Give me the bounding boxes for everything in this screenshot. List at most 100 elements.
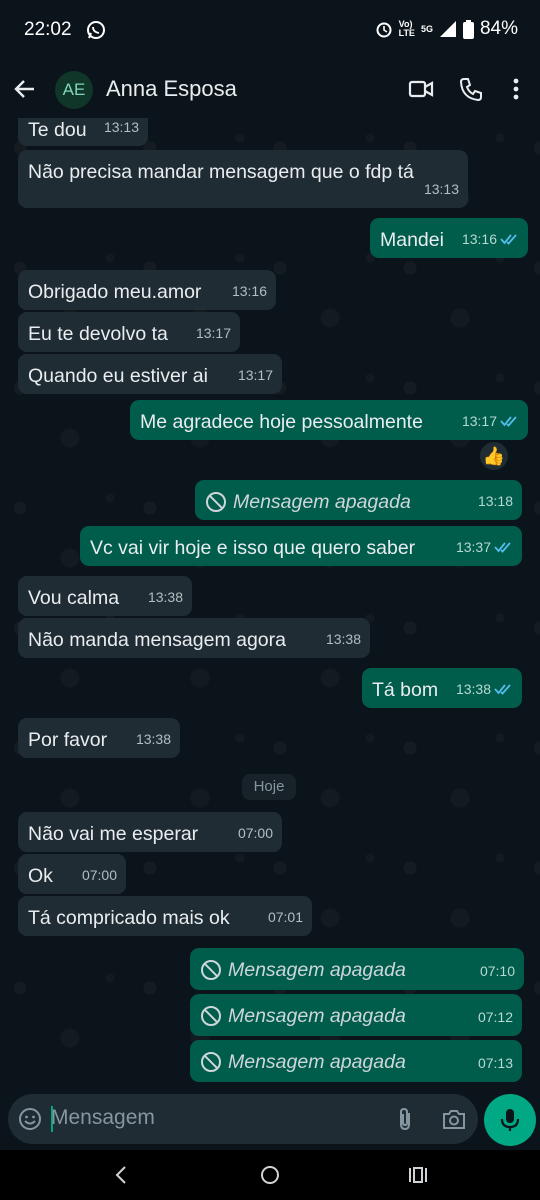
message-input[interactable]: Mensagem [51, 1106, 155, 1130]
sticker-emoji-icon[interactable] [18, 1107, 42, 1131]
message-text: Mensagem apagada [200, 1049, 406, 1075]
incoming-message-bubble[interactable]: Quando eu estiver ai 13:17 [18, 354, 282, 394]
message-text: Obrigado meu.amor [28, 281, 202, 303]
message-meta: 13:38 [456, 676, 513, 702]
reaction-thumbs-up[interactable]: 👍 [478, 440, 510, 472]
read-receipt-icon [494, 542, 511, 553]
message-time: 13:38 [147, 589, 183, 605]
chat-header: AE Anna Esposa [0, 60, 540, 118]
attach-icon[interactable] [393, 1106, 417, 1132]
nav-home-icon[interactable] [259, 1164, 281, 1186]
message-meta: 07:12 [478, 1004, 513, 1030]
signal-icon [439, 21, 456, 37]
voice-call-icon[interactable] [458, 76, 484, 102]
incoming-message-bubble[interactable]: Ok 07:00 [18, 854, 126, 894]
incoming-message-bubble[interactable]: Te dou 13:13 [18, 118, 148, 146]
message-text: Mandei [380, 229, 444, 251]
volte-indicator: Vo) LTE [398, 19, 415, 38]
outgoing-message-bubble[interactable]: Mensagem apagada 07:10 [190, 948, 524, 990]
avatar[interactable]: AE [55, 71, 93, 109]
message-time: 13:17 [237, 367, 273, 383]
incoming-message-bubble[interactable]: Não vai me esperar 07:00 [18, 812, 282, 852]
message-meta: 13:13 [424, 176, 459, 202]
message-text: Não precisa mandar mensagem que o fdp tá [28, 161, 414, 183]
chat-area[interactable]: Te dou 13:13 Não precisa mandar mensagem q… [0, 118, 540, 1090]
message-time: 07:13 [477, 1055, 513, 1071]
message-meta: 13:16 [232, 278, 267, 304]
incoming-message-bubble[interactable]: Obrigado meu.amor 13:16 [18, 270, 276, 310]
camera-icon[interactable] [441, 1107, 467, 1131]
message-time: 13:13 [423, 181, 459, 197]
incoming-message-bubble[interactable]: Não manda mensagem agora 13:38 [18, 618, 370, 658]
outgoing-message-bubble[interactable]: Mensagem apagada 07:12 [190, 994, 522, 1036]
network-type: 5G [420, 23, 433, 34]
message-time: 13:13 [103, 119, 139, 135]
incoming-message-bubble[interactable]: Eu te devolvo ta 13:17 [18, 312, 240, 352]
message-text: Quando eu estiver ai [28, 365, 208, 387]
outgoing-message-bubble[interactable]: Mensagem apagada 07:13 [190, 1040, 522, 1082]
deleted-message-icon [201, 960, 221, 980]
outgoing-message-bubble[interactable]: Tá bom 13:38 [362, 668, 522, 708]
message-meta: 13:38 [326, 626, 361, 652]
contact-name[interactable]: Anna Esposa [106, 76, 237, 102]
message-text: Mensagem apagada [200, 957, 406, 983]
message-meta: 07:01 [268, 904, 303, 930]
message-text: Tá compricado mais ok [28, 907, 230, 929]
back-arrow-icon[interactable] [12, 76, 38, 102]
message-time: 13:37 [455, 539, 491, 555]
battery-icon [462, 19, 474, 39]
message-time: 13:38 [455, 681, 491, 697]
read-receipt-icon [500, 416, 517, 427]
incoming-message-bubble[interactable]: Vou calma 13:38 [18, 576, 192, 616]
incoming-message-bubble[interactable]: Por favor 13:38 [18, 718, 180, 758]
message-text: Me agradece hoje pessoalmente [140, 411, 423, 433]
message-text: Tá bom [372, 679, 439, 701]
message-meta: 13:18 [478, 488, 513, 514]
nav-recents-icon[interactable] [407, 1164, 429, 1186]
more-options-icon[interactable] [503, 76, 529, 102]
message-composer[interactable]: Mensagem [8, 1094, 478, 1144]
read-receipt-icon [494, 684, 511, 695]
read-receipt-icon [500, 234, 517, 245]
mic-button[interactable] [484, 1094, 536, 1146]
incoming-message-bubble[interactable]: Não precisa mandar mensagem que o fdp tá… [18, 150, 468, 208]
message-meta: 13:17 [462, 408, 519, 434]
status-bar: 22:02 Vo) LTE 5G 84% [0, 0, 540, 60]
message-text: Vc vai vir hoje e isso que quero saber [90, 537, 416, 559]
message-meta: 07:10 [480, 958, 515, 984]
message-meta: 13:38 [136, 726, 171, 752]
nav-back-icon[interactable] [110, 1164, 132, 1186]
message-time: 07:00 [237, 825, 273, 841]
mic-icon [500, 1109, 520, 1131]
message-time: 13:17 [195, 325, 231, 341]
video-call-icon[interactable] [408, 76, 434, 102]
outgoing-message-bubble[interactable]: Mensagem apagada 13:18 [195, 480, 522, 520]
message-meta: 07:00 [238, 820, 273, 846]
message-time: 13:16 [231, 283, 267, 299]
message-meta: 13:38 [148, 584, 183, 610]
alarm-icon [376, 22, 392, 38]
message-text: Eu te devolvo ta [28, 323, 168, 345]
outgoing-message-bubble[interactable]: Mandei 13:16 [370, 218, 528, 258]
message-time: 13:38 [325, 631, 361, 647]
outgoing-message-bubble[interactable]: Me agradece hoje pessoalmente 13:17 [130, 400, 528, 440]
message-text: Não vai me esperar [28, 823, 199, 845]
message-text: Mensagem apagada [200, 1003, 406, 1029]
status-time: 22:02 [24, 19, 72, 40]
deleted-message-label: Mensagem apagada [233, 491, 411, 513]
whatsapp-notification-icon [87, 21, 105, 39]
message-time: 13:38 [135, 731, 171, 747]
system-nav-bar [0, 1150, 540, 1200]
deleted-message-icon [206, 492, 226, 512]
message-text: Por favor [28, 729, 108, 751]
deleted-message-icon [201, 1006, 221, 1026]
deleted-message-label: Mensagem apagada [228, 959, 406, 981]
deleted-message-label: Mensagem apagada [228, 1005, 406, 1027]
message-time: 07:01 [267, 909, 303, 925]
message-meta: 13:17 [196, 320, 231, 346]
battery-percent: 84% [479, 18, 518, 39]
status-indicators: Vo) LTE 5G 84% [375, 18, 518, 40]
message-time: 13:18 [477, 493, 513, 509]
outgoing-message-bubble[interactable]: Vc vai vir hoje e isso que quero saber 13… [80, 526, 522, 566]
incoming-message-bubble[interactable]: Tá compricado mais ok 07:01 [18, 896, 312, 936]
